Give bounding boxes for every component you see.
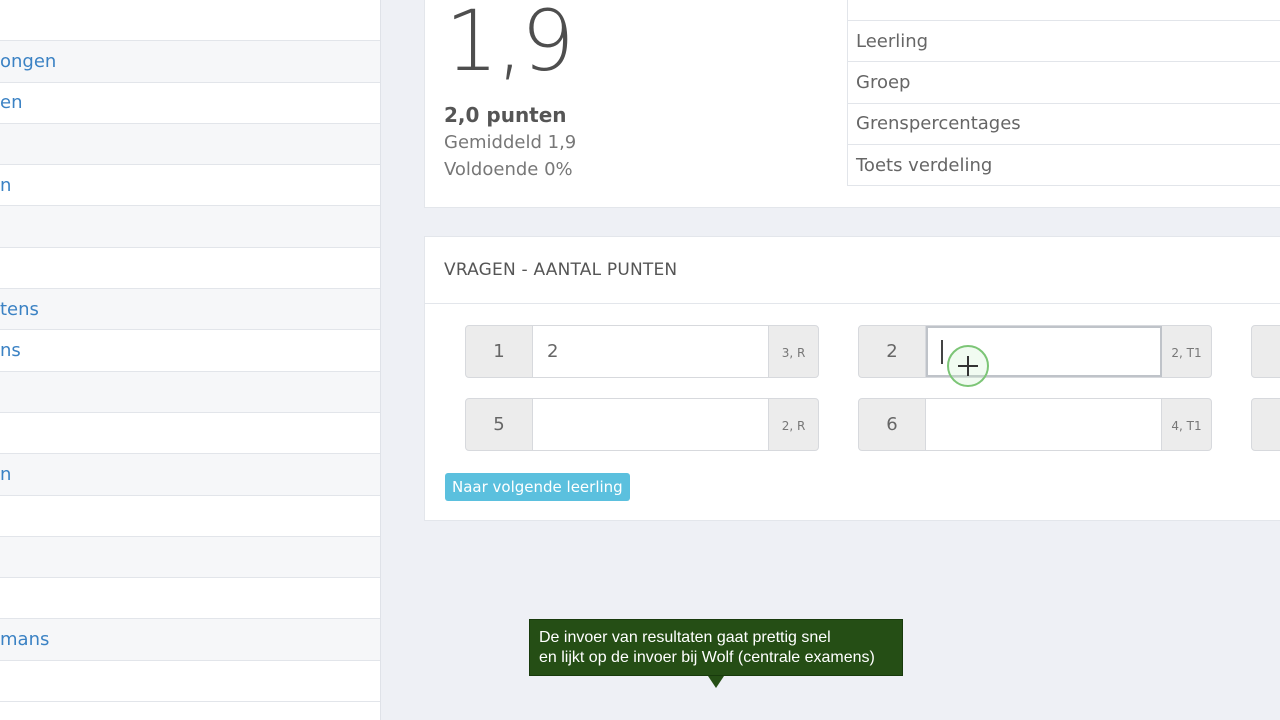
question-group: 1 3, R [465,325,819,378]
question-number: 6 [859,399,926,450]
sidebar-item[interactable] [0,371,380,413]
sidebar-item[interactable] [0,206,380,248]
sidebar: ongen en n tens ns n mans [0,0,381,720]
sidebar-item[interactable]: tens [0,289,380,331]
question-points-input[interactable] [926,399,1162,450]
sidebar-item[interactable] [0,248,380,290]
passing-stat: Voldoende 0% [444,159,573,180]
question-group-partial [1251,398,1280,451]
sidebar-item[interactable] [0,578,380,620]
average-stat: Gemiddeld 1,9 [444,132,577,153]
menu-item-grenspercentages[interactable]: Grenspercentages [848,104,1280,145]
sidebar-item[interactable]: n [0,454,380,496]
sidebar-item[interactable] [0,413,380,455]
tooltip-line-2: en lijkt op de invoer bij Wolf (centrale… [539,649,875,666]
grade-value: 1,9 [445,0,575,90]
sidebar-item[interactable]: n [0,165,380,207]
sidebar-item[interactable] [0,661,380,703]
question-number: 1 [466,326,533,377]
sidebar-item[interactable] [0,536,380,579]
question-group-partial [1251,325,1280,378]
question-meta: 3, R [781,346,806,360]
question-points-input[interactable] [533,399,769,450]
menu-item-groep[interactable]: Groep [848,62,1280,104]
question-group: 2 2, T1 [858,325,1212,378]
sidebar-item[interactable]: ongen [0,41,380,83]
sidebar-item[interactable]: mans [0,619,380,661]
sidebar-item[interactable] [0,0,380,42]
view-menu: Leerling Groep Grenspercentages Toets ve… [847,0,1280,187]
sidebar-item[interactable]: en [0,83,380,124]
tooltip-arrow [708,676,724,688]
question-group: 5 2, R [465,398,819,451]
questions-header: VRAGEN - AANTAL PUNTEN [425,237,1280,304]
summary-panel: 1,9 2,0 punten Gemiddeld 1,9 Voldoende 0… [424,0,1280,208]
question-number: 5 [466,399,533,450]
question-meta: 2, T1 [1171,346,1202,360]
tutorial-tooltip: De invoer van resultaten gaat prettig sn… [529,619,903,676]
tooltip-line-1: De invoer van resultaten gaat prettig sn… [539,629,831,646]
question-points-input[interactable] [533,326,769,377]
question-number: 2 [859,326,926,377]
menu-item-blank [848,0,1280,21]
sidebar-item[interactable]: ns [0,330,380,372]
sidebar-item[interactable] [0,496,380,537]
question-group: 6 4, T1 [858,398,1212,451]
sidebar-item[interactable] [0,123,380,166]
text-caret [941,340,943,364]
points-total: 2,0 punten [444,103,567,127]
next-student-button[interactable]: Naar volgende leerling [445,473,630,501]
menu-item-leerling[interactable]: Leerling [848,21,1280,63]
crosshair-cursor-icon [958,356,978,376]
menu-item-toets-verdeling[interactable]: Toets verdeling [848,145,1280,187]
question-meta: 2, R [781,419,806,433]
question-meta: 4, T1 [1171,419,1202,433]
questions-panel: VRAGEN - AANTAL PUNTEN 1 3, R 2 2, T1 5 … [424,236,1280,521]
